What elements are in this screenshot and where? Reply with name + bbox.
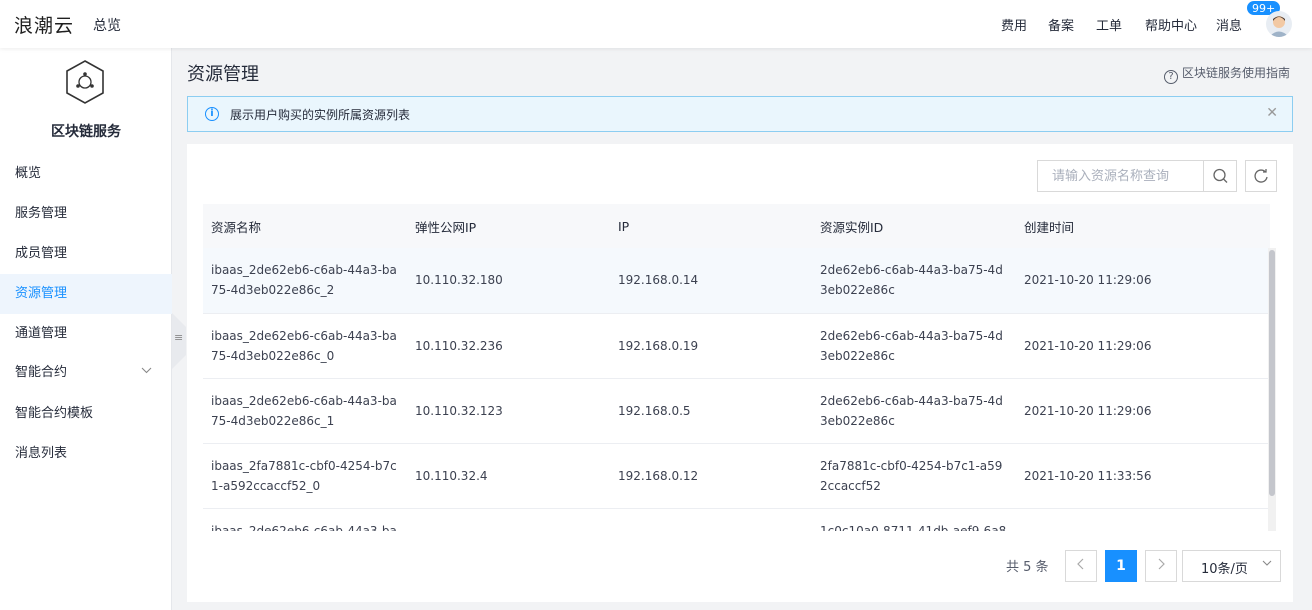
table-row[interactable]: ibaas_2fa7881c-cbf0-4254-b7c1-a592ccaccf… (203, 443, 1270, 509)
sidebar-item-message-list[interactable]: 消息列表 (0, 434, 172, 474)
header-resource-name: 资源名称 (203, 204, 407, 248)
sidebar-item-member-management[interactable]: 成员管理 (0, 234, 172, 274)
cell-resource-name: ibaas_2de62eb6-c6ab-44a3-ba75-4d3eb022e8… (203, 313, 407, 379)
sidebar-item-smart-contract[interactable]: 智能合约 (0, 353, 172, 393)
cell-elastic-ip: 10.110.32.4 (407, 443, 610, 509)
refresh-icon (1254, 169, 1268, 183)
chevron-left-icon (1077, 558, 1084, 570)
search-icon (1213, 168, 1228, 183)
page-title: 资源管理 (187, 64, 259, 85)
cell-instance-id: 1c0c10a0-8711-41db-aef9-6a8ce3 (812, 508, 1016, 531)
blockchain-hexagon-icon (63, 58, 107, 106)
cell-instance-id: 2de62eb6-c6ab-44a3-ba75-4d3eb022e86c (812, 248, 1016, 314)
cell-elastic-ip: 10.110.32.123 (407, 378, 610, 444)
nav-billing[interactable]: 费用 (1001, 15, 1027, 34)
table-row[interactable]: ibaas_2de62eb6-c6ab-44a3-ba75- 1c0c10a0-… (203, 508, 1270, 531)
table-header-row: 资源名称 弹性公网IP IP 资源实例ID 创建时间 (203, 204, 1270, 248)
sidebar-collapse-handle[interactable]: ≡ (172, 313, 186, 369)
cell-created-time: 2021-10-20 11:29:06 (1016, 313, 1270, 379)
cell-elastic-ip: 10.110.32.236 (407, 313, 610, 379)
table-row[interactable]: ibaas_2de62eb6-c6ab-44a3-ba75-4d3eb022e8… (203, 313, 1270, 379)
nav-ticket[interactable]: 工单 (1096, 15, 1122, 34)
sidebar-item-contract-template[interactable]: 智能合约模板 (0, 394, 172, 434)
guide-link[interactable]: ? 区块链服务使用指南 (1164, 64, 1290, 84)
guide-link-label: 区块链服务使用指南 (1182, 66, 1291, 80)
search-box (1037, 160, 1237, 192)
chevron-down-icon (1262, 558, 1272, 571)
info-alert: i 展示用户购买的实例所属资源列表 ✕ (187, 96, 1293, 132)
brand-logo[interactable]: 浪潮云 (14, 11, 74, 38)
nav-help-center[interactable]: 帮助中心 (1145, 15, 1197, 34)
chevron-down-icon (141, 353, 152, 393)
header-instance-id: 资源实例ID (812, 204, 1016, 248)
close-icon[interactable]: ✕ (1266, 105, 1278, 121)
next-page-button[interactable] (1145, 550, 1177, 582)
chevron-right-icon (1158, 558, 1165, 570)
cell-elastic-ip: 10.110.32.180 (407, 248, 610, 314)
sidebar-item-label: 智能合约 (15, 365, 68, 380)
header-ip: IP (610, 204, 812, 248)
cell-ip: 192.168.0.5 (610, 378, 812, 444)
table-scrollbar-thumb[interactable] (1269, 250, 1275, 496)
alert-message: 展示用户购买的实例所属资源列表 (230, 108, 411, 122)
sidebar-item-channel-management[interactable]: 通道管理 (0, 314, 172, 354)
nav-messages[interactable]: 消息 (1216, 15, 1242, 34)
page-size-select[interactable]: 10条/页 (1182, 550, 1281, 582)
search-button[interactable] (1203, 161, 1236, 191)
cell-ip: 192.168.0.19 (610, 313, 812, 379)
search-input[interactable] (1038, 161, 1204, 191)
cell-created-time (1016, 508, 1270, 531)
cell-ip (610, 508, 812, 531)
page-1-button[interactable]: 1 (1105, 550, 1137, 582)
cell-ip: 192.168.0.14 (610, 248, 812, 314)
cell-created-time: 2021-10-20 11:33:56 (1016, 443, 1270, 509)
cell-instance-id: 2fa7881c-cbf0-4254-b7c1-a592ccaccf52 (812, 443, 1016, 509)
overview-link[interactable]: 总览 (93, 15, 121, 35)
cell-elastic-ip (407, 508, 610, 531)
avatar[interactable] (1266, 11, 1292, 37)
sidebar-item-resource-management[interactable]: 资源管理 (0, 274, 172, 314)
sidebar-item-service-management[interactable]: 服务管理 (0, 194, 172, 234)
resource-card: 资源名称 弹性公网IP IP 资源实例ID 创建时间 ibaas_2de62eb… (187, 144, 1293, 602)
cell-created-time: 2021-10-20 11:29:06 (1016, 248, 1270, 314)
menu-lines-icon: ≡ (174, 331, 184, 344)
refresh-button[interactable] (1245, 160, 1277, 192)
cell-ip: 192.168.0.12 (610, 443, 812, 509)
sidebar: 区块链服务 概览 服务管理 成员管理 资源管理 通道管理 智能合约 智能合约模板… (0, 48, 172, 610)
cell-resource-name: ibaas_2de62eb6-c6ab-44a3-ba75-4d3eb022e8… (203, 378, 407, 444)
sidebar-item-overview[interactable]: 概览 (0, 154, 172, 194)
cell-instance-id: 2de62eb6-c6ab-44a3-ba75-4d3eb022e86c (812, 313, 1016, 379)
header-elastic-ip: 弹性公网IP (407, 204, 610, 248)
cell-created-time: 2021-10-20 11:29:06 (1016, 378, 1270, 444)
cell-resource-name: ibaas_2de62eb6-c6ab-44a3-ba75- (203, 508, 407, 531)
table-row[interactable]: ibaas_2de62eb6-c6ab-44a3-ba75-4d3eb022e8… (203, 248, 1270, 314)
service-title: 区块链服务 (51, 124, 121, 140)
cell-resource-name: ibaas_2de62eb6-c6ab-44a3-ba75-4d3eb022e8… (203, 248, 407, 314)
info-icon: i (205, 107, 219, 121)
pagination-total: 共 5 条 (1006, 560, 1049, 575)
resource-table: 资源名称 弹性公网IP IP 资源实例ID 创建时间 ibaas_2de62eb… (203, 204, 1270, 531)
cell-instance-id: 2de62eb6-c6ab-44a3-ba75-4d3eb022e86c (812, 378, 1016, 444)
top-bar: 浪潮云 总览 费用 备案 工单 帮助中心 消息 99+ (0, 0, 1312, 48)
cell-resource-name: ibaas_2fa7881c-cbf0-4254-b7c1-a592ccaccf… (203, 443, 407, 509)
nav-filing[interactable]: 备案 (1048, 15, 1074, 34)
prev-page-button[interactable] (1065, 550, 1097, 582)
question-icon: ? (1164, 70, 1178, 84)
user-avatar-icon (1269, 16, 1289, 37)
page-size-value: 10条/页 (1201, 562, 1248, 577)
header-created-time: 创建时间 (1016, 204, 1270, 248)
table-row[interactable]: ibaas_2de62eb6-c6ab-44a3-ba75-4d3eb022e8… (203, 378, 1270, 444)
